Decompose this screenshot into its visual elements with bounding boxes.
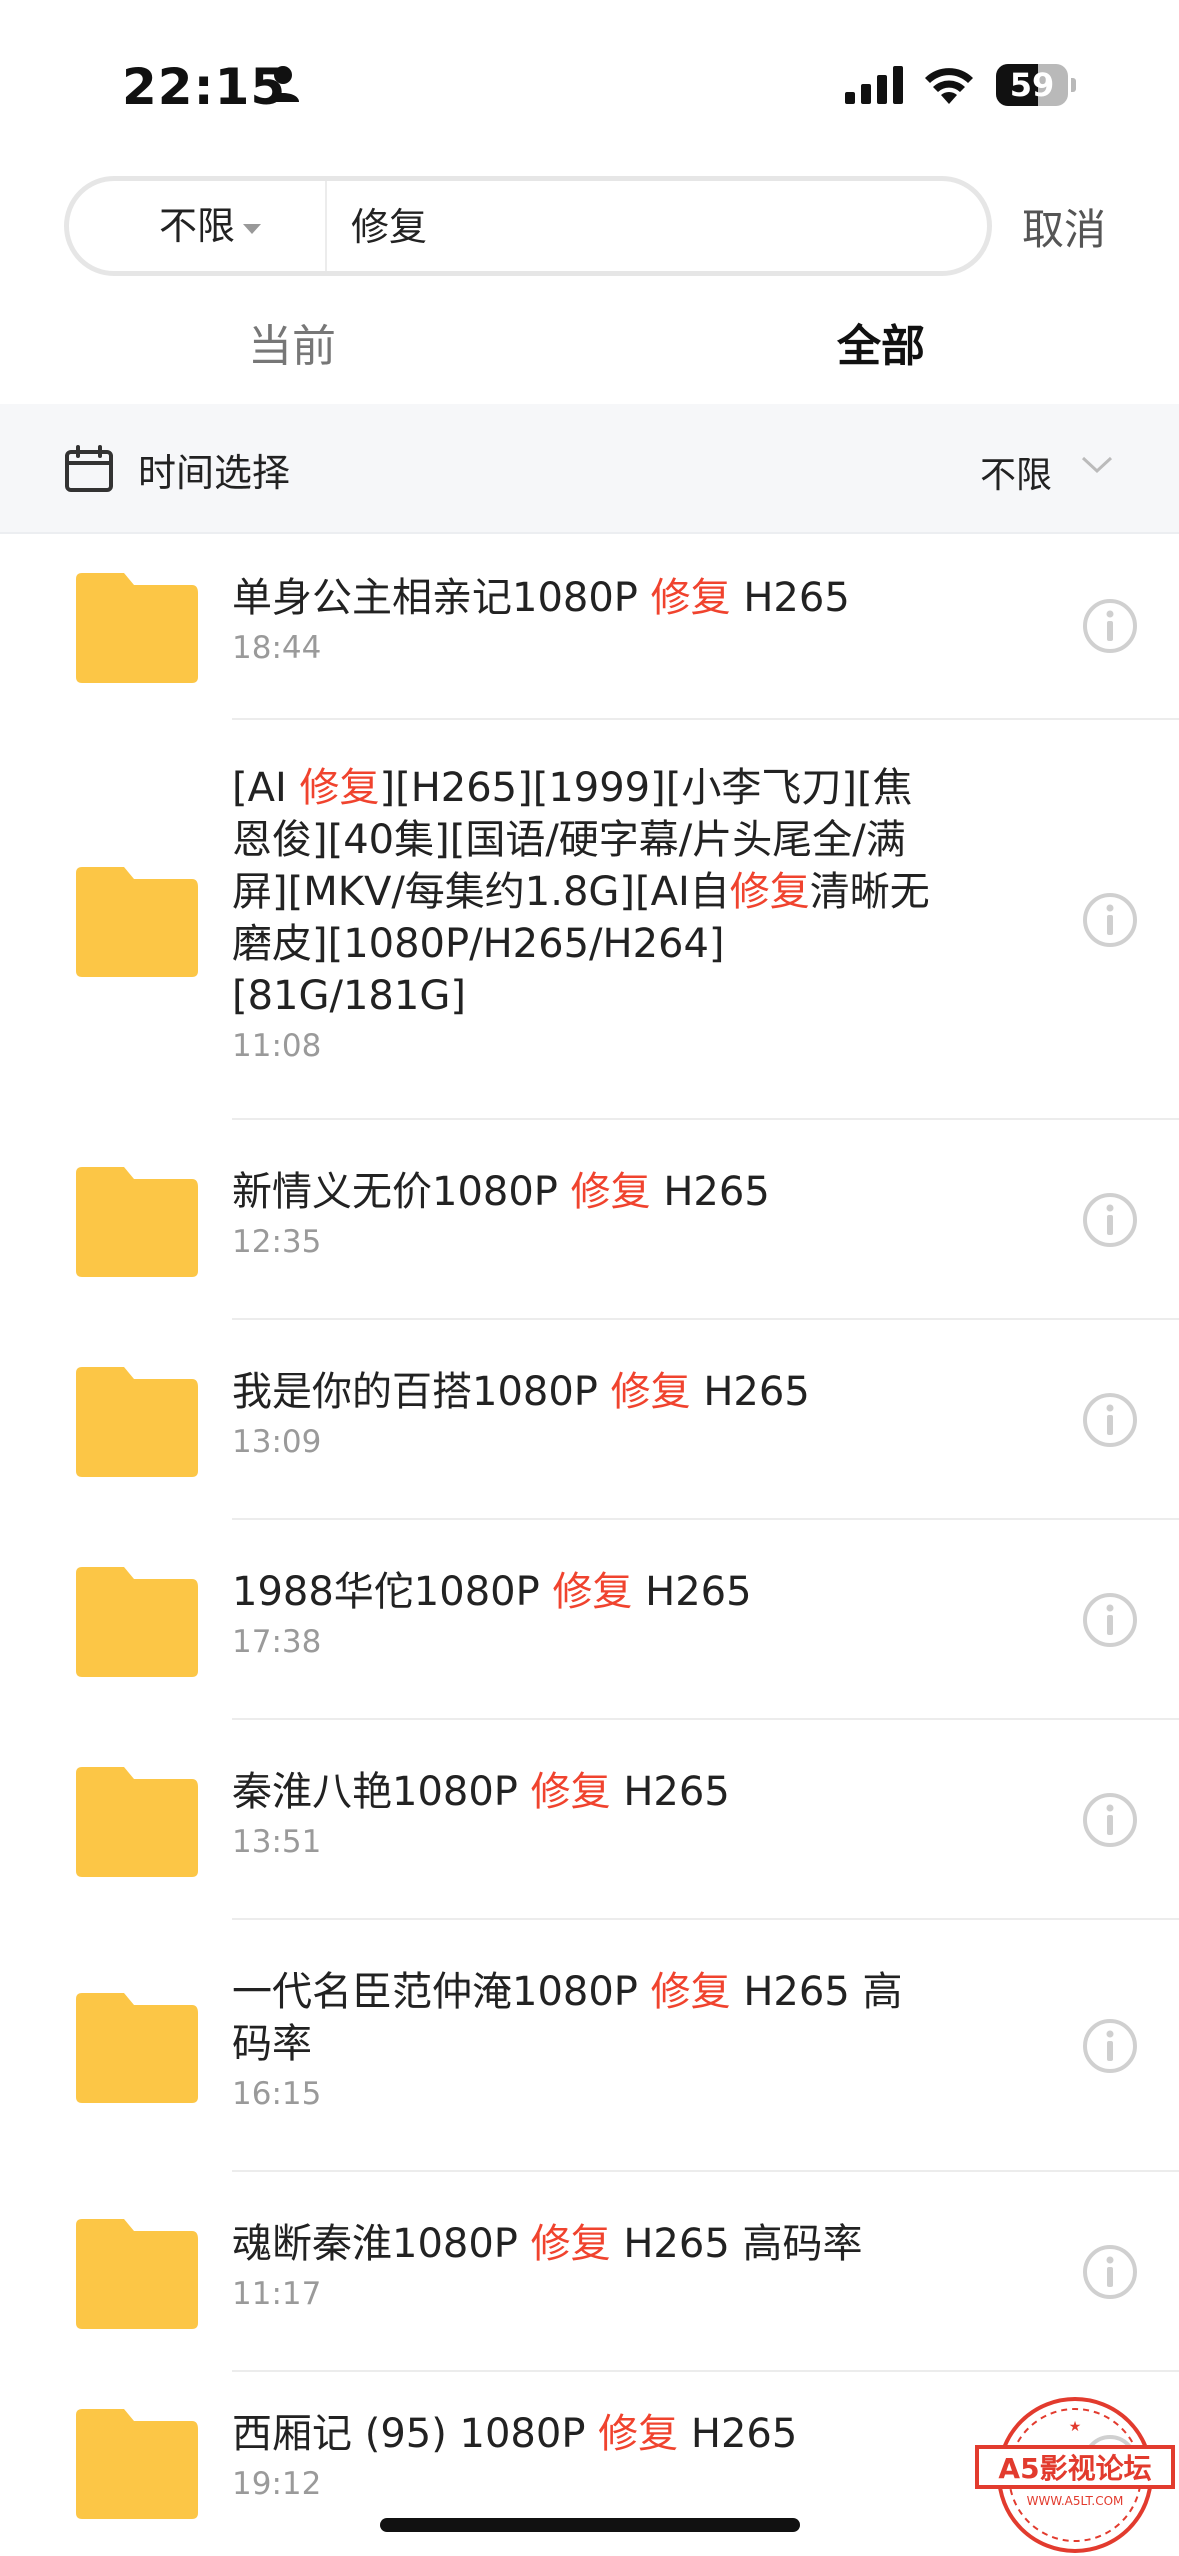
folder-time: 19:12: [232, 2466, 322, 2502]
name-highlight: 修复: [530, 2221, 611, 2267]
name-text: 我是你的百搭1080P: [232, 1369, 611, 1415]
folder-name: 1988华佗1080P 修复 H265: [232, 1566, 932, 1618]
folder-icon: [76, 1767, 198, 1877]
folder-name: 新情义无价1080P 修复 H265: [232, 1166, 932, 1218]
name-highlight: 修复: [729, 869, 810, 915]
name-text: 一代名臣范仲淹1080P: [232, 1969, 651, 2015]
folder-name: 我是你的百搭1080P 修复 H265: [232, 1366, 932, 1418]
svg-text:A5影视论坛: A5影视论坛: [998, 2452, 1151, 2485]
info-icon[interactable]: [1082, 2018, 1138, 2074]
time-filter-value: 不限: [980, 455, 1053, 496]
scope-dropdown[interactable]: 不限: [159, 181, 262, 271]
scope-label: 不限: [159, 204, 236, 248]
name-highlight: 修复: [598, 2411, 679, 2457]
name-highlight: 修复: [650, 1969, 731, 2015]
info-icon[interactable]: [1082, 2244, 1138, 2300]
name-text: 1988华佗1080P: [232, 1569, 553, 1615]
folder-row[interactable]: 单身公主相亲记1080P 修复 H265 18:44: [0, 532, 1179, 720]
info-icon[interactable]: [1082, 1392, 1138, 1448]
info-icon[interactable]: [1082, 1792, 1138, 1848]
folder-time: 17:38: [232, 1624, 322, 1660]
search-bar: 不限: [64, 176, 992, 276]
chevron-down-icon: [1081, 456, 1113, 474]
home-indicator: [380, 2518, 800, 2532]
wifi-icon: [925, 68, 973, 104]
name-text: H265: [678, 2411, 798, 2457]
scope-tabs: 当前 全部: [0, 300, 1179, 390]
name-text: 魂断秦淮1080P: [232, 2221, 531, 2267]
cellular-signal-icon: [845, 66, 903, 104]
folder-name: 西厢记 (95) 1080P 修复 H265: [232, 2408, 932, 2460]
folder-time: 12:35: [232, 1224, 322, 1260]
name-text: H265: [610, 1769, 730, 1815]
time-filter-label: 时间选择: [138, 451, 291, 495]
caret-down-icon: [243, 223, 262, 234]
name-text: 秦淮八艳1080P: [232, 1769, 531, 1815]
battery-icon: 59: [996, 64, 1076, 106]
folder-row[interactable]: 一代名臣范仲淹1080P 修复 H265 高码率 16:15: [0, 1920, 1179, 2172]
tab-all[interactable]: 全部: [837, 310, 925, 374]
folder-time: 16:15: [232, 2076, 322, 2112]
folder-name: 单身公主相亲记1080P 修复 H265: [232, 572, 932, 624]
folder-name: 一代名臣范仲淹1080P 修复 H265 高码率: [232, 1966, 932, 2070]
name-highlight: 修复: [570, 1169, 651, 1215]
folder-row[interactable]: 新情义无价1080P 修复 H265 12:35: [0, 1120, 1179, 1320]
name-text: 新情义无价1080P: [232, 1169, 571, 1215]
person-icon: [267, 66, 299, 102]
folder-icon: [76, 2409, 198, 2519]
folder-row[interactable]: 秦淮八艳1080P 修复 H265 13:51: [0, 1720, 1179, 1920]
status-bar: 22:15 59: [0, 0, 1179, 160]
name-text: H265: [730, 575, 850, 621]
name-text: H265 高码率: [610, 2221, 863, 2267]
time-filter-bar[interactable]: 时间选择 不限: [0, 404, 1179, 534]
search-divider: [325, 181, 327, 271]
folder-icon: [76, 573, 198, 683]
watermark-stamp: ★ A5影视论坛 WWW.A5LT.COM: [975, 2397, 1175, 2553]
name-highlight: 修复: [530, 1769, 611, 1815]
name-text: 西厢记 (95) 1080P: [232, 2411, 599, 2457]
folder-time: 13:09: [232, 1424, 322, 1460]
name-highlight: 修复: [650, 575, 731, 621]
status-time: 22:15: [122, 58, 287, 116]
folder-time: 11:08: [232, 1028, 322, 1064]
folder-row[interactable]: [AI 修复][H265][1999][小李飞刀][焦恩俊][40集][国语/硬…: [0, 720, 1179, 1120]
info-icon[interactable]: [1082, 598, 1138, 654]
name-text: H265: [632, 1569, 752, 1615]
folder-row[interactable]: 1988华佗1080P 修复 H265 17:38: [0, 1520, 1179, 1720]
folder-time: 11:17: [232, 2276, 322, 2312]
folder-row[interactable]: 魂断秦淮1080P 修复 H265 高码率 11:17: [0, 2172, 1179, 2372]
folder-icon: [76, 867, 198, 977]
folder-icon: [76, 1567, 198, 1677]
folder-icon: [76, 1367, 198, 1477]
folder-row[interactable]: 我是你的百搭1080P 修复 H265 13:09: [0, 1320, 1179, 1520]
name-text: 单身公主相亲记1080P: [232, 575, 651, 621]
info-icon[interactable]: [1082, 1192, 1138, 1248]
folder-icon: [76, 1167, 198, 1277]
battery-level: 59: [1009, 66, 1055, 104]
name-text: [AI: [232, 765, 300, 811]
folder-time: 13:51: [232, 1824, 322, 1860]
folder-name: 秦淮八艳1080P 修复 H265: [232, 1766, 932, 1818]
search-input[interactable]: [349, 181, 953, 273]
tab-current[interactable]: 当前: [248, 310, 336, 374]
folder-name: 魂断秦淮1080P 修复 H265 高码率: [232, 2218, 932, 2270]
info-icon[interactable]: [1082, 892, 1138, 948]
name-highlight: 修复: [552, 1569, 633, 1615]
folder-name: [AI 修复][H265][1999][小李飞刀][焦恩俊][40集][国语/硬…: [232, 762, 932, 1022]
name-highlight: 修复: [299, 765, 380, 811]
calendar-icon: [65, 445, 113, 492]
folder-time: 18:44: [232, 630, 322, 666]
cancel-button[interactable]: 取消: [1022, 196, 1106, 257]
folder-icon: [76, 2219, 198, 2329]
info-icon[interactable]: [1082, 1592, 1138, 1648]
svg-text:WWW.A5LT.COM: WWW.A5LT.COM: [1027, 2494, 1124, 2508]
svg-text:★: ★: [1069, 2419, 1082, 2435]
folder-icon: [76, 1993, 198, 2103]
result-list: 单身公主相亲记1080P 修复 H265 18:44 [AI 修复][H265][1…: [0, 532, 1179, 2552]
name-highlight: 修复: [610, 1369, 691, 1415]
name-text: H265: [690, 1369, 810, 1415]
name-text: H265: [650, 1169, 770, 1215]
